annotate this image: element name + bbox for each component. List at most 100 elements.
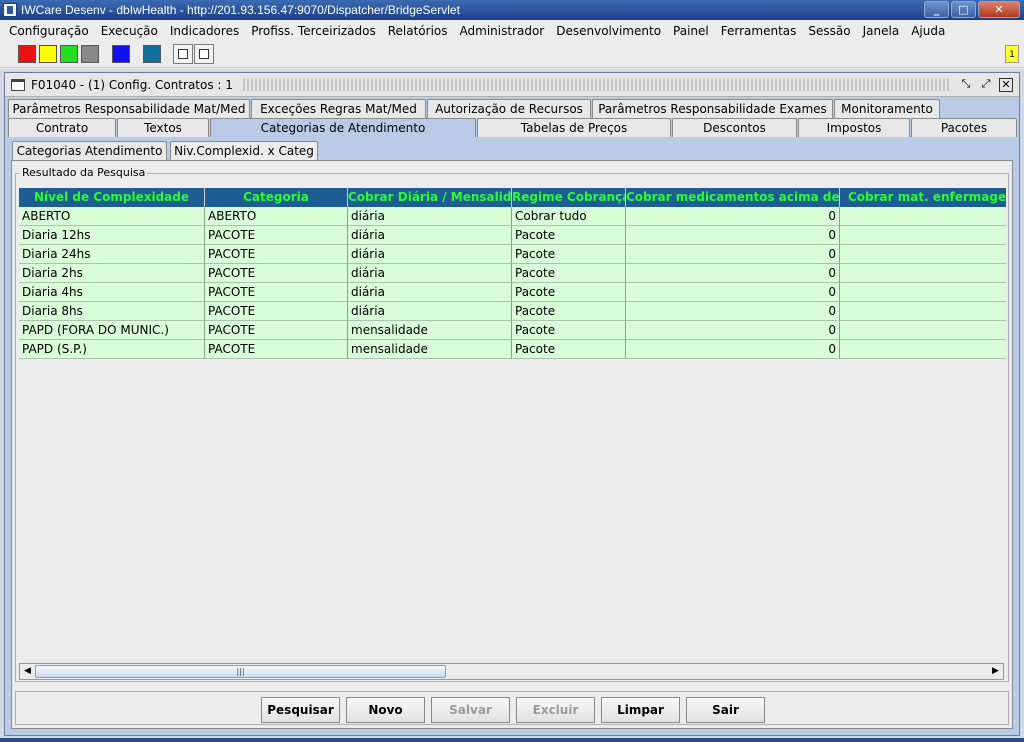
table-row[interactable]: Diaria 12hs PACOTE diária Pacote 0 (19, 226, 1006, 245)
menu-sessao[interactable]: Sessão (802, 24, 856, 38)
table-cell: PACOTE (205, 321, 348, 340)
table-row[interactable]: Diaria 24hs PACOTE diária Pacote 0 (19, 245, 1006, 264)
tab-autorizacao-recursos[interactable]: Autorização de Recursos (427, 99, 591, 118)
scroll-right-icon[interactable]: ▶ (988, 664, 1003, 679)
menu-ferramentas[interactable]: Ferramentas (715, 24, 803, 38)
close-frame-icon[interactable]: ✕ (999, 77, 1013, 92)
tab-tabelas-precos[interactable]: Tabelas de Preços (477, 118, 671, 137)
menu-painel[interactable]: Painel (667, 24, 715, 38)
table-cell: Cobrar tudo (512, 207, 626, 226)
tab-impostos[interactable]: Impostos (798, 118, 910, 137)
color-swatch-yellow[interactable] (39, 45, 57, 63)
action-bar: Pesquisar Novo Salvar Excluir Limpar Sai… (15, 691, 1009, 725)
tab-descontos[interactable]: Descontos (672, 118, 797, 137)
salvar-button[interactable]: Salvar (431, 697, 510, 723)
table-cell: 0 (626, 302, 840, 321)
menu-administrador[interactable]: Administrador (454, 24, 551, 38)
table-cell: diária (348, 207, 512, 226)
table-cell: ABERTO (19, 207, 205, 226)
table-row[interactable]: PAPD (S.P.) PACOTE mensalidade Pacote 0 (19, 340, 1006, 359)
subtab-niv-complexid[interactable]: Niv.Complexid. x Categ (170, 141, 318, 160)
table-cell (840, 340, 1006, 359)
table-cell: PACOTE (205, 283, 348, 302)
minimize-button[interactable]: _ (924, 1, 949, 18)
table-row[interactable]: Diaria 4hs PACOTE diária Pacote 0 (19, 283, 1006, 302)
windows-icon (199, 49, 209, 59)
tab-textos[interactable]: Textos (117, 118, 209, 137)
table-cell (840, 321, 1006, 340)
color-swatch-red[interactable] (18, 45, 36, 63)
table-cell: PACOTE (205, 302, 348, 321)
tab-contrato[interactable]: Contrato (8, 118, 116, 137)
menu-relatorios[interactable]: Relatórios (382, 24, 454, 38)
horizontal-scrollbar[interactable]: ◀ ||| ▶ (19, 663, 1004, 680)
table-row[interactable]: ABERTO ABERTO diária Cobrar tudo 0 (19, 207, 1006, 226)
limpar-button[interactable]: Limpar (601, 697, 680, 723)
restore-icon[interactable]: ⤡ (959, 77, 973, 92)
table-cell: Pacote (512, 321, 626, 340)
table-cell (840, 226, 1006, 245)
tab-excecoes-regras[interactable]: Exceções Regras Mat/Med (251, 99, 426, 118)
menu-desenvolvimento[interactable]: Desenvolvimento (550, 24, 667, 38)
table-row[interactable]: PAPD (FORA DO MUNIC.) PACOTE mensalidade… (19, 321, 1006, 340)
column-header[interactable]: Categoria (205, 188, 348, 207)
windows-button[interactable] (194, 44, 214, 64)
subtab-categorias-atendimento[interactable]: Categorias Atendimento (12, 141, 167, 160)
table-cell: 0 (626, 321, 840, 340)
color-swatch-green[interactable] (60, 45, 78, 63)
table-row[interactable]: Diaria 2hs PACOTE diária Pacote 0 (19, 264, 1006, 283)
taskbar (0, 738, 1024, 742)
table-cell: 0 (626, 264, 840, 283)
table-cell: 0 (626, 340, 840, 359)
results-legend: Resultado da Pesquisa (20, 166, 148, 179)
pesquisar-button[interactable]: Pesquisar (261, 697, 340, 723)
excluir-button[interactable]: Excluir (516, 697, 595, 723)
maximize-button[interactable]: □ (951, 1, 976, 18)
menu-janela[interactable]: Janela (857, 24, 906, 38)
tab-param-resp-exames[interactable]: Parâmetros Responsabilidade Exames (592, 99, 833, 118)
table-cell: Diaria 12hs (19, 226, 205, 245)
scroll-left-icon[interactable]: ◀ (20, 664, 35, 679)
table-cell: Diaria 4hs (19, 283, 205, 302)
table-cell: PAPD (S.P.) (19, 340, 205, 359)
window-titlebar: IWCare Desenv - dbIwHealth - http://201.… (0, 0, 1024, 20)
table-cell: PACOTE (205, 340, 348, 359)
tab-param-resp-matmed[interactable]: Parâmetros Responsabilidade Mat/Med (8, 99, 250, 118)
color-swatch-gray[interactable] (81, 45, 99, 63)
sair-button[interactable]: Sair (686, 697, 765, 723)
toolbar: 1 (0, 41, 1024, 68)
menu-configuracao[interactable]: Configuração (3, 24, 95, 38)
column-header[interactable]: Cobrar mat. enfermagem ac (840, 188, 1006, 207)
table-cell: diária (348, 226, 512, 245)
internal-frame-title: F01040 - (1) Config. Contratos : 1 (31, 77, 233, 92)
color-swatch-blue[interactable] (112, 45, 130, 63)
color-swatch-teal[interactable] (143, 45, 161, 63)
menu-indicadores[interactable]: Indicadores (164, 24, 245, 38)
tab-monitoramento[interactable]: Monitoramento (834, 99, 940, 118)
table-cell: Pacote (512, 302, 626, 321)
results-fieldset: Resultado da Pesquisa Nível de Complexid… (15, 166, 1009, 682)
menu-profiss-terceirizados[interactable]: Profiss. Terceirizados (245, 24, 382, 38)
table-cell: 0 (626, 207, 840, 226)
table-cell: 0 (626, 245, 840, 264)
table-row[interactable]: Diaria 8hs PACOTE diária Pacote 0 (19, 302, 1006, 321)
column-header[interactable]: Regime Cobrança (512, 188, 626, 207)
novo-button[interactable]: Novo (346, 697, 425, 723)
column-header[interactable]: Cobrar Diária / Mensalidade (348, 188, 512, 207)
table-cell: ABERTO (205, 207, 348, 226)
table-cell: PACOTE (205, 264, 348, 283)
tree-view-button[interactable] (173, 44, 193, 64)
tab-pacotes[interactable]: Pacotes (911, 118, 1017, 137)
table-cell: Pacote (512, 226, 626, 245)
menu-ajuda[interactable]: Ajuda (905, 24, 951, 38)
column-header[interactable]: Cobrar medicamentos acima de (626, 188, 840, 207)
close-button[interactable]: ✕ (978, 1, 1020, 18)
table-cell: 0 (626, 283, 840, 302)
menu-execucao[interactable]: Execução (95, 24, 164, 38)
scroll-thumb[interactable]: ||| (35, 665, 446, 678)
maximize-icon[interactable]: ⤢ (979, 77, 993, 92)
table-cell: mensalidade (348, 321, 512, 340)
tab-categorias-atendimento[interactable]: Categorias de Atendimento (210, 118, 476, 137)
column-header[interactable]: Nível de Complexidade (19, 188, 205, 207)
notification-badge[interactable]: 1 (1005, 45, 1019, 63)
